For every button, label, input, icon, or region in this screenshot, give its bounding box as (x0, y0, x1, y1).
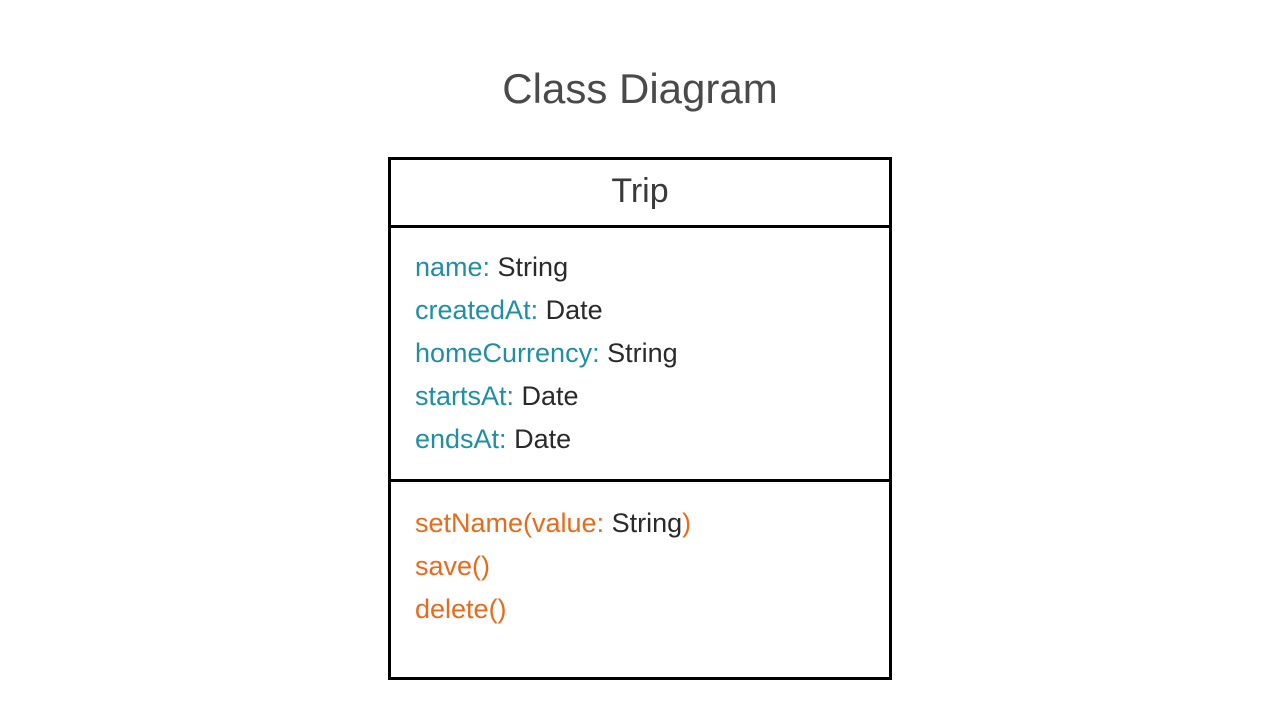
attribute-row: createdAt: Date (415, 289, 865, 332)
method-row: setName(value: String) (415, 502, 865, 545)
attribute-type: String (600, 338, 678, 368)
attribute-type: String (490, 252, 568, 282)
attribute-name: name: (415, 252, 490, 282)
attribute-row: homeCurrency: String (415, 332, 865, 375)
attribute-row: name: String (415, 246, 865, 289)
attribute-name: homeCurrency: (415, 338, 600, 368)
method-row: delete() (415, 588, 865, 631)
method-signature-pre: setName(value: (415, 508, 604, 538)
attribute-name: startsAt: (415, 381, 514, 411)
methods-compartment: setName(value: String) save() delete() (391, 482, 889, 677)
attribute-row: endsAt: Date (415, 418, 865, 461)
diagram-title: Class Diagram (0, 65, 1280, 113)
method-signature-pre: save() (415, 551, 490, 581)
attribute-row: startsAt: Date (415, 375, 865, 418)
method-signature-post: ) (682, 508, 691, 538)
class-name: Trip (391, 160, 889, 228)
method-param-type: String (604, 508, 682, 538)
uml-class-box: Trip name: String createdAt: Date homeCu… (388, 157, 892, 680)
attribute-type: Date (538, 295, 603, 325)
attribute-type: Date (507, 424, 572, 454)
method-signature-pre: delete() (415, 594, 507, 624)
attribute-type: Date (514, 381, 579, 411)
attribute-name: endsAt: (415, 424, 507, 454)
attribute-name: createdAt: (415, 295, 538, 325)
attributes-compartment: name: String createdAt: Date homeCurrenc… (391, 228, 889, 482)
method-row: save() (415, 545, 865, 588)
